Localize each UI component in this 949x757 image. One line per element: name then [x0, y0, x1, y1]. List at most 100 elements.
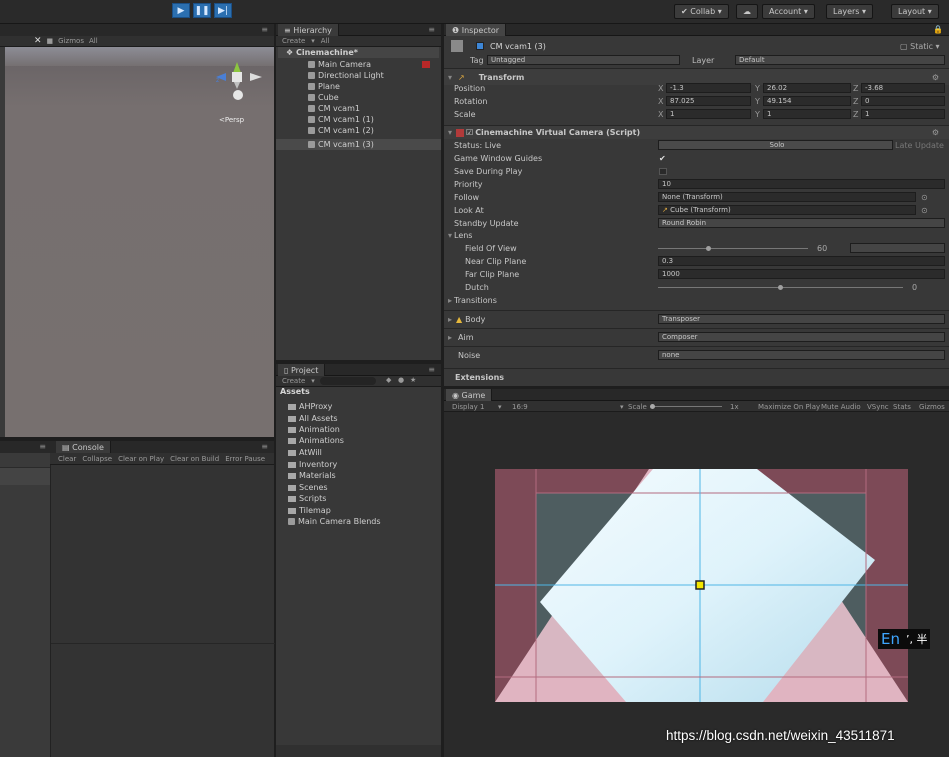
window-guides-checkbox[interactable]: ✔ [659, 154, 666, 163]
lookat-field[interactable]: ↗ Cube (Transform) [658, 205, 916, 215]
tree-item-cm-vcam1-1[interactable]: CM vcam1 (1) [308, 114, 374, 125]
folder-item[interactable]: AtWill [288, 447, 322, 458]
noise-dropdown[interactable]: none [658, 350, 945, 360]
account-button[interactable]: Account ▾ [762, 4, 815, 19]
folder-item[interactable]: Materials [288, 470, 336, 481]
folder-item[interactable]: Scenes [288, 482, 328, 493]
tab-game[interactable]: ◉ Game [446, 389, 493, 401]
aim-dropdown[interactable]: Composer [658, 332, 945, 342]
display-dropdown[interactable]: Display 1 [452, 403, 484, 411]
scale-z-field[interactable]: 1 [861, 109, 945, 119]
tree-item-cm-vcam1-3[interactable]: CM vcam1 (3) [276, 139, 441, 150]
star-icon[interactable]: ★ [410, 376, 416, 384]
vcam-header[interactable]: ▾ ☑ Cinemachine Virtual Camera (Script) … [444, 125, 949, 139]
rotation-x-field[interactable]: 87.025 [666, 96, 751, 106]
console-clear-button[interactable]: Clear [58, 455, 76, 463]
assets-root[interactable]: Assets [280, 387, 310, 396]
ime-indicator[interactable]: En ʼ, 半 [878, 629, 931, 649]
scale-slider-knob[interactable] [650, 404, 655, 409]
layers-button[interactable]: Layers ▾ [826, 4, 874, 19]
camera-icon[interactable]: ■ [47, 37, 54, 45]
standby-dropdown[interactable]: Round Robin [658, 218, 945, 228]
rotation-z-field[interactable]: 0 [861, 96, 945, 106]
settings-gear-icon[interactable]: ⚙ [932, 73, 939, 82]
tree-item-cm-vcam1-2[interactable]: CM vcam1 (2) [308, 125, 374, 136]
scene-gizmo[interactable]: z [210, 55, 265, 107]
position-y-field[interactable]: 26.02 [763, 83, 851, 93]
scene-root-row[interactable]: ❖ Cinemachine* [278, 47, 439, 58]
tree-item-main-camera[interactable]: Main Camera [308, 59, 371, 70]
folder-item[interactable]: Animation [288, 424, 340, 435]
dutch-value[interactable]: 0 [912, 283, 917, 292]
tree-item-plane[interactable]: Plane [308, 81, 340, 92]
tab-project[interactable]: ▯ Project [278, 364, 326, 376]
filter-icon[interactable]: ◆ [386, 376, 391, 384]
tree-item-cm-vcam1[interactable]: CM vcam1 [308, 103, 360, 114]
far-clip-field[interactable]: 1000 [658, 269, 945, 279]
object-name-field[interactable]: CM vcam1 (3) [490, 42, 546, 51]
body-section[interactable]: ▸ ▲ Body Transposer [444, 310, 949, 327]
step-button[interactable]: ▶| [214, 3, 232, 18]
layout-button[interactable]: Layout ▾ [891, 4, 939, 19]
stats-toggle[interactable]: Stats [893, 403, 911, 411]
label-icon[interactable]: ● [398, 376, 404, 384]
body-dropdown[interactable]: Transposer [658, 314, 945, 324]
folder-item[interactable]: AHProxy [288, 401, 332, 412]
play-button[interactable]: ▶ [172, 3, 190, 18]
static-toggle[interactable]: ▢ Static ▾ [900, 42, 940, 51]
fov-preset-dropdown[interactable] [850, 243, 945, 253]
position-x-field[interactable]: -1.3 [666, 83, 751, 93]
scale-x-field[interactable]: 1 [666, 109, 751, 119]
object-picker-icon[interactable]: ⊙ [921, 206, 928, 215]
project-search-input[interactable] [320, 377, 376, 385]
fov-value[interactable]: 60 [817, 244, 827, 253]
folder-item[interactable]: Scripts [288, 493, 326, 504]
aim-section[interactable]: ▸ Aim Composer [444, 328, 949, 345]
console-clear-on-build-button[interactable]: Clear on Build [170, 455, 219, 463]
component-enabled-checkbox[interactable]: ☑ [466, 128, 473, 137]
lens-foldout[interactable]: ▾ Lens [448, 229, 949, 242]
pause-button[interactable]: ❚❚ [193, 3, 211, 18]
tab-hierarchy[interactable]: ≡ Hierarchy [278, 24, 339, 36]
object-picker-icon[interactable]: ⊙ [921, 193, 928, 202]
folder-item[interactable]: Inventory [288, 459, 337, 470]
hierarchy-create-dropdown[interactable]: Create [282, 37, 305, 45]
console-menu-icon[interactable]: ≡ [261, 442, 268, 451]
extensions-section[interactable]: Extensions [444, 368, 949, 385]
tree-item-directional-light[interactable]: Directional Light [308, 70, 384, 81]
folder-item[interactable]: Tilemap [288, 505, 331, 516]
noise-section[interactable]: Noise none [444, 346, 949, 363]
scene-viewport[interactable]: z <Persp [5, 47, 274, 437]
rotation-y-field[interactable]: 49.154 [763, 96, 851, 106]
folder-item[interactable]: Animations [288, 435, 344, 446]
console-clear-on-play-button[interactable]: Clear on Play [118, 455, 164, 463]
panel-menu-icon[interactable]: ≡ [261, 25, 268, 34]
maximize-on-play-toggle[interactable]: Maximize On Play [758, 403, 820, 411]
tab-inspector[interactable]: ❶ Inspector [446, 24, 507, 36]
settings-gear-icon[interactable]: ⚙ [932, 128, 939, 137]
dutch-slider-knob[interactable] [778, 285, 783, 290]
inspector-lock-icon[interactable]: 🔒 [933, 25, 943, 34]
mini-menu-icon[interactable]: ≡ [39, 442, 46, 451]
scale-slider-track[interactable] [652, 406, 722, 407]
console-collapse-button[interactable]: Collapse [82, 455, 112, 463]
active-checkbox[interactable] [476, 42, 484, 50]
tag-dropdown[interactable]: Untagged [487, 55, 680, 65]
game-view-area[interactable] [444, 412, 949, 757]
gizmos-dropdown[interactable]: Gizmos [58, 37, 84, 45]
hierarchy-search[interactable]: All [321, 37, 330, 45]
persp-label[interactable]: <Persp [219, 116, 244, 124]
console-log-area[interactable] [50, 465, 275, 757]
fov-slider-track[interactable] [658, 248, 808, 249]
folder-item[interactable]: All Assets [288, 413, 338, 424]
solo-button[interactable]: Solo [658, 140, 893, 150]
aspect-dropdown[interactable]: 16:9 [512, 403, 528, 411]
game-render[interactable] [495, 469, 908, 702]
save-play-checkbox[interactable] [659, 168, 667, 175]
follow-field[interactable]: None (Transform) [658, 192, 916, 202]
mute-audio-toggle[interactable]: Mute Audio [821, 403, 861, 411]
near-clip-field[interactable]: 0.3 [658, 256, 945, 266]
fov-slider-knob[interactable] [706, 246, 711, 251]
scene-search[interactable]: All [89, 37, 98, 45]
tree-item-cube[interactable]: Cube [308, 92, 339, 103]
